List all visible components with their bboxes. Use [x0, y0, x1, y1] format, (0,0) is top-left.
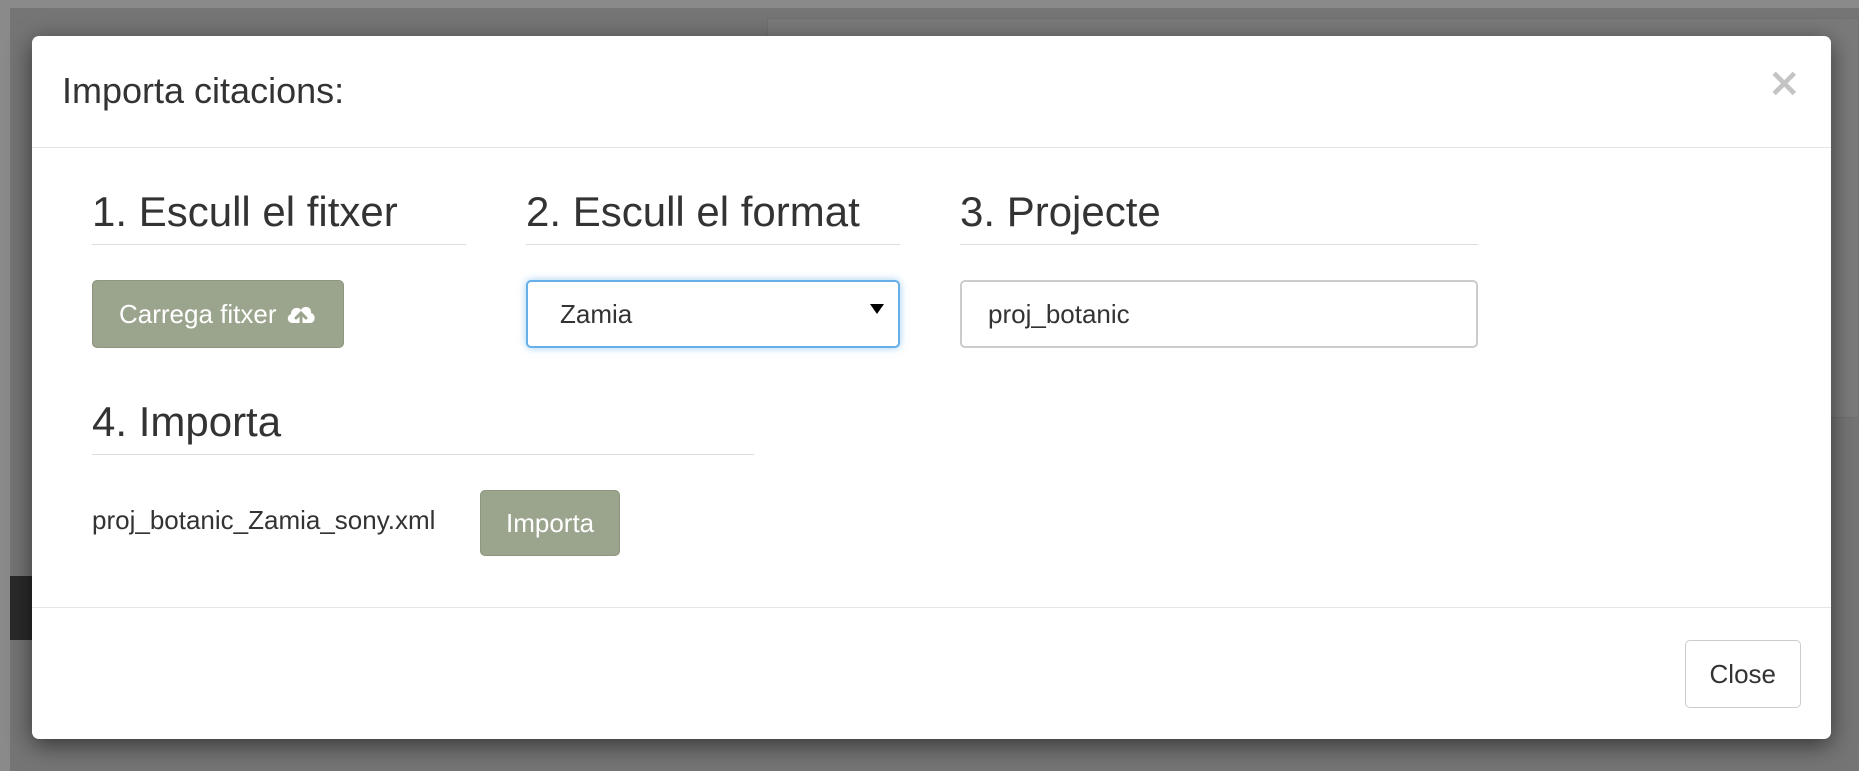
step-choose-file: 1. Escull el fitxer: [92, 188, 466, 245]
step-heading-import: 4. Importa: [92, 398, 754, 455]
modal-header: Importa citacions: ×: [32, 36, 1831, 148]
chevron-down-icon: [870, 304, 884, 314]
modal-body: 1. Escull el fitxer Carrega fitxer 2. Es…: [32, 148, 1831, 608]
step-heading-file: 1. Escull el fitxer: [92, 188, 466, 245]
cloud-upload-icon: [287, 306, 315, 327]
step-project: 3. Projecte: [960, 188, 1478, 245]
close-icon[interactable]: ×: [1767, 60, 1801, 106]
project-input[interactable]: [960, 280, 1478, 348]
modal-footer: Close: [32, 608, 1831, 738]
modal-title: Importa citacions:: [62, 70, 345, 111]
upload-file-label: Carrega fitxer: [119, 298, 277, 329]
close-button[interactable]: Close: [1684, 640, 1801, 708]
upload-file-button[interactable]: Carrega fitxer: [92, 280, 344, 348]
step-heading-project: 3. Projecte: [960, 188, 1478, 245]
import-citations-modal: Importa citacions: × 1. Escull el fitxer…: [32, 36, 1831, 739]
step-choose-format: 2. Escull el format: [526, 188, 900, 245]
step-import: 4. Importa: [92, 398, 754, 455]
import-filename: proj_botanic_Zamia_sony.xml: [92, 505, 436, 535]
format-select[interactable]: Zamia: [526, 280, 900, 348]
step-heading-format: 2. Escull el format: [526, 188, 900, 245]
import-button[interactable]: Importa: [480, 490, 621, 556]
format-selected-value: Zamia: [560, 298, 633, 329]
